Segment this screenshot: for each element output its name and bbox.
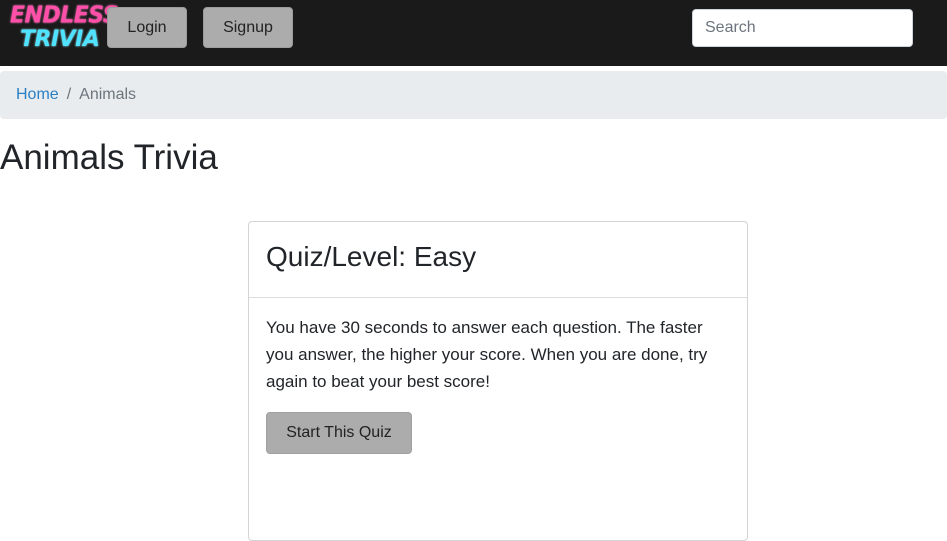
breadcrumb-home-link[interactable]: Home <box>16 86 59 104</box>
login-button[interactable]: Login <box>107 7 187 48</box>
breadcrumb-current: Animals <box>79 86 137 103</box>
quiz-card-body: You have 30 seconds to answer each quest… <box>249 298 747 454</box>
top-navbar: ENDLESS TRIVIA Login Signup <box>0 0 947 66</box>
signup-button[interactable]: Signup <box>203 7 293 48</box>
search-input[interactable] <box>692 9 913 47</box>
breadcrumb: Home / Animals <box>0 71 947 119</box>
start-quiz-button[interactable]: Start This Quiz <box>266 412 412 454</box>
logo-line-1: ENDLESS <box>10 2 119 29</box>
logo-line-2: TRIVIA <box>20 27 100 52</box>
page-title: Animals Trivia <box>0 138 218 177</box>
breadcrumb-separator: / <box>66 86 72 103</box>
quiz-card-header: Quiz/Level: Easy <box>249 222 747 298</box>
quiz-level-title: Quiz/Level: Easy <box>266 241 477 272</box>
endless-trivia-logo[interactable]: ENDLESS TRIVIA <box>10 2 119 54</box>
quiz-description: You have 30 seconds to answer each quest… <box>266 318 708 391</box>
quiz-card: Quiz/Level: Easy You have 30 seconds to … <box>248 221 748 541</box>
